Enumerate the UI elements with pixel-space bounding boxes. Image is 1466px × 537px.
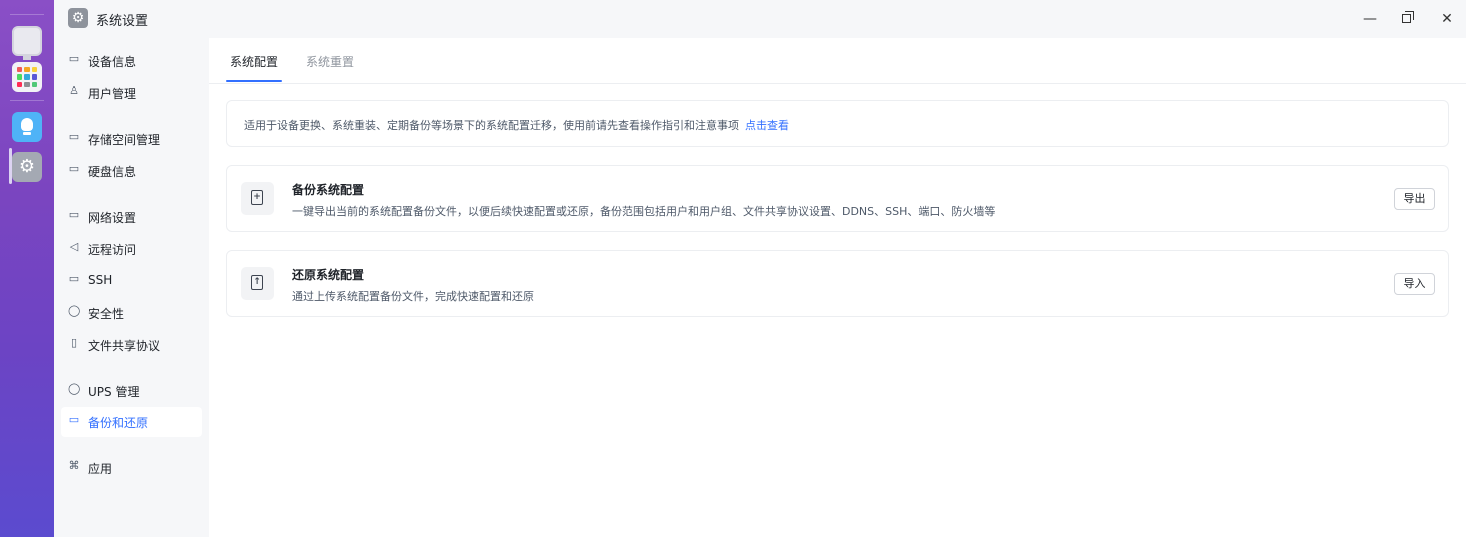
sidebar-item-label: 远程访问 [88,243,137,257]
backup-config-card: + 备份系统配置 一键导出当前的系统配置备份文件，以便后续快速配置或还原，备份范… [226,165,1449,232]
minimize-icon: — [1363,11,1377,27]
sidebar-item[interactable]: ⌘ 应用 [61,453,202,483]
sidebar-item[interactable]: ▭ 设备信息 [61,46,202,76]
titlebar: ⚙ 系统设置 — ✕ [54,0,1466,38]
file-icon: ▯ [70,336,78,349]
sidebar-item[interactable]: ▭ 存储空间管理 [61,124,202,154]
app-grid-tile [31,67,37,73]
settings-window: ⚙ 系统设置 — ✕ ▭ 设备信息 ♙ 用户管理 ▭ 存储空间管理 ▭ 硬盘信息 ▭ 网络设置 ◁ 远… [54,0,1466,537]
app-grid-icon[interactable] [12,62,42,92]
sidebar-item[interactable]: ◯ UPS 管理 [61,376,202,406]
storage-icon: ▭ [68,130,80,143]
sidebar-item[interactable]: ▯ 文件共享协议 [61,330,202,360]
notice-link[interactable]: 点击查看 [745,119,789,132]
content-panel: 系统配置 系统重置 适用于设备更换、系统重装、定期备份等场景下的系统配置迁移，使… [209,38,1466,537]
sidebar-item-label: 文件共享协议 [88,339,161,353]
maximize-button[interactable] [1398,9,1418,29]
notice-text: 适用于设备更换、系统重装、定期备份等场景下的系统配置迁移，使用前请先查看操作指引… [244,117,789,133]
notice-box: 适用于设备更换、系统重装、定期备份等场景下的系统配置迁移，使用前请先查看操作指引… [226,100,1449,147]
sidebar-item-label: 硬盘信息 [88,165,137,179]
sidebar-item-label: 存储空间管理 [88,133,161,147]
card-description: 通过上传系统配置备份文件，完成快速配置和还原 [292,290,534,303]
close-icon: ✕ [1441,11,1453,27]
sidebar-item[interactable]: ◯ 安全性 [61,298,202,328]
shield-check-icon: ◯ [68,304,81,317]
sidebar-item-label: UPS 管理 [88,385,140,399]
screen: ⚙ ⚙ 系统设置 — ✕ ▭ 设备信息 ♙ 用户管理 ▭ 存储空间管理 ▭ 硬盘信息 ▭ 网络设置… [0,0,1466,537]
user-icon: ♙ [69,84,79,97]
restore-icon-front [1402,14,1411,23]
file-import-icon: ↑ [241,267,274,300]
sidebar-item-label: 设备信息 [88,55,137,69]
card-description: 一键导出当前的系统配置备份文件，以便后续快速配置或还原，备份范围包括用户和用户组… [292,205,996,218]
shield-icon: ◯ [68,382,81,395]
sidebar-item-label: 网络设置 [88,211,137,225]
app-grid-tile [31,81,37,87]
app-grid-tile [17,67,23,73]
app-grid-tile [24,81,30,87]
sidebar: ▭ 设备信息 ♙ 用户管理 ▭ 存储空间管理 ▭ 硬盘信息 ▭ 网络设置 ◁ 远程访问 ▭ SSH ◯ 安全性… [54,38,209,537]
app-grid-tile [17,81,23,87]
sidebar-item[interactable]: ▭ SSH [61,266,202,296]
terminal-icon: ▭ [68,272,80,285]
sidebar-item-label: 用户管理 [88,87,137,101]
close-button[interactable]: ✕ [1437,9,1457,29]
app-grid-tile [24,67,30,73]
notice-message: 适用于设备更换、系统重装、定期备份等场景下的系统配置迁移，使用前请先查看操作指引… [244,119,739,132]
file-import-glyph: ↑ [251,275,263,290]
export-button[interactable]: 导出 [1394,188,1435,210]
tab-system-config[interactable]: 系统配置 [230,53,278,70]
dock: ⚙ [0,0,54,537]
minimize-button[interactable]: — [1360,9,1380,29]
sidebar-item-label: 备份和还原 [88,416,149,430]
sidebar-item-label: 应用 [88,462,113,476]
card-title: 备份系统配置 [292,183,365,197]
file-export-icon: + [241,182,274,215]
tab-system-reset[interactable]: 系统重置 [306,53,354,70]
sidebar-item[interactable]: ♙ 用户管理 [61,78,202,108]
app-grid-tile [24,74,30,80]
apps-icon: ⌘ [68,459,80,472]
sidebar-item-label: 安全性 [88,307,125,321]
import-button[interactable]: 导入 [1394,273,1435,295]
window-title: 系统设置 [96,14,149,29]
card-title: 还原系统配置 [292,268,365,282]
network-icon: ▭ [68,208,80,221]
dock-divider [10,14,44,15]
sidebar-item[interactable]: ▭ 网络设置 [61,202,202,232]
settings-icon[interactable]: ⚙ [12,152,42,182]
dock-divider [10,100,44,101]
tab-bar: 系统配置 系统重置 [209,38,1466,84]
sidebar-item[interactable]: ▭ 备份和还原 [61,407,202,437]
active-tab-indicator [226,80,282,82]
device-icon: ▭ [68,52,80,65]
sidebar-item[interactable]: ◁ 远程访问 [61,234,202,264]
backup-icon: ▭ [68,413,80,426]
file-export-glyph: + [251,190,263,205]
app-grid-tile [17,74,23,80]
app-grid-tile [31,74,37,80]
sidebar-item-label: SSH [88,273,113,287]
bulb-icon[interactable] [12,112,42,142]
disk-icon: ▭ [68,162,80,175]
monitor-icon[interactable] [12,26,42,60]
gear-icon: ⚙ [68,8,88,28]
restore-config-card: ↑ 还原系统配置 通过上传系统配置备份文件，完成快速配置和还原 导入 [226,250,1449,317]
sidebar-item[interactable]: ▭ 硬盘信息 [61,156,202,186]
send-icon: ◁ [69,240,79,253]
